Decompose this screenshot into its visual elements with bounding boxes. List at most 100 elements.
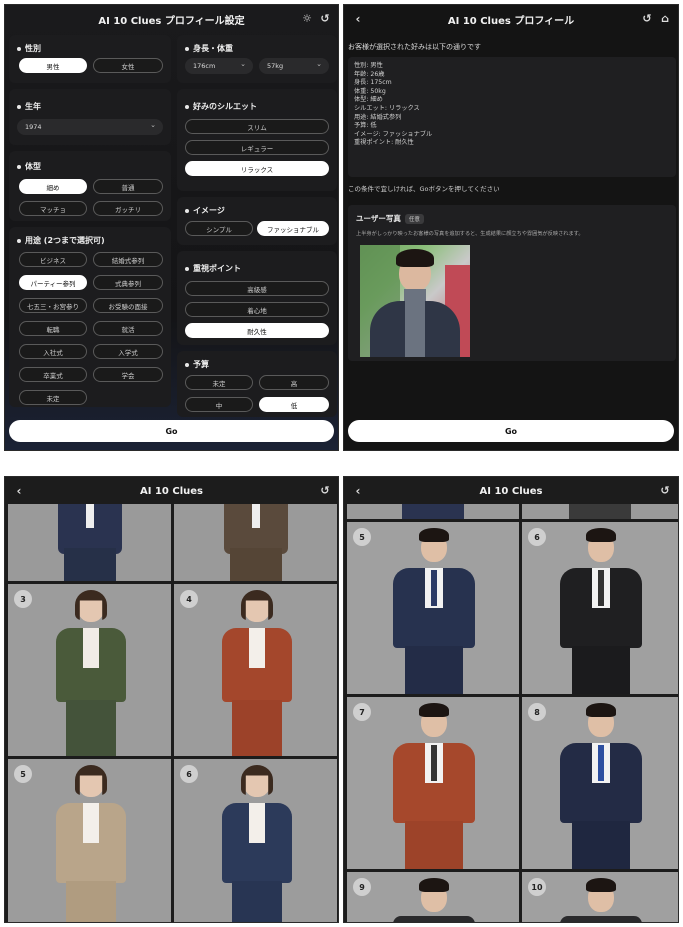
gender-female-option[interactable]: 女性 bbox=[93, 58, 163, 73]
result-tile[interactable]: 6 bbox=[522, 522, 678, 694]
optional-tag: 任意 bbox=[404, 213, 424, 224]
result-tile[interactable]: 4 bbox=[174, 584, 337, 756]
result-tile[interactable]: 5 bbox=[347, 522, 519, 694]
history-icon[interactable]: ↺ bbox=[640, 12, 654, 26]
summary-line: シルエット: リラックス bbox=[354, 104, 420, 112]
usage-undecided-option[interactable]: 未定 bbox=[19, 390, 87, 405]
summary-line: 身長: 175cm bbox=[354, 79, 392, 87]
image-fashionable-option[interactable]: ファッショナブル bbox=[257, 221, 329, 236]
image-simple-option[interactable]: シンプル bbox=[185, 221, 253, 236]
profile-summary-screen: ‹ AI 10 Clues プロフィール ↺ ⌂ お客様が選択された好みは以下の… bbox=[343, 4, 679, 451]
weight-select[interactable]: 57kg ⌄ bbox=[259, 58, 329, 74]
result-grid: 3 4 5 6 bbox=[5, 504, 338, 922]
result-grid: 5 6 7 8 9 10 bbox=[344, 504, 678, 922]
top-bar: AI 10 Clues プロフィール設定 ☼ ↺ bbox=[5, 5, 338, 33]
silhouette-regular-option[interactable]: レギュラー bbox=[185, 140, 329, 155]
summary-line: 用途: 結婚式参列 bbox=[354, 113, 402, 121]
usage-party-option[interactable]: パーティー参列 bbox=[19, 275, 87, 290]
usage-wedding-option[interactable]: 結婚式参列 bbox=[93, 252, 163, 267]
result-tile[interactable] bbox=[8, 504, 171, 581]
summary-line: 体型: 細め bbox=[354, 96, 383, 104]
usage-conference-option[interactable]: 学会 bbox=[93, 367, 163, 382]
result-tile[interactable]: 9 bbox=[347, 872, 519, 922]
history-icon[interactable]: ↺ bbox=[658, 484, 672, 498]
user-photo-card: ユーザー写真 任意 上半身がしっかり映ったお客様の写真を追加すると、生成結果に顔立… bbox=[348, 205, 676, 361]
body-type-slim-option[interactable]: 細め bbox=[19, 179, 87, 194]
result-number-badge: 4 bbox=[180, 590, 198, 608]
result-tile[interactable]: 10 bbox=[522, 872, 678, 922]
budget-low-option[interactable]: 低 bbox=[259, 397, 329, 412]
image-card: イメージ シンプル ファッショナブル bbox=[177, 197, 337, 245]
result-number-badge: 6 bbox=[528, 528, 546, 546]
usage-business-option[interactable]: ビジネス bbox=[19, 252, 87, 267]
priority-durability-option[interactable]: 耐久性 bbox=[185, 323, 329, 338]
result-number-badge: 5 bbox=[353, 528, 371, 546]
women-suit-results-screen: ‹ AI 10 Clues ↺ 3 4 5 6 bbox=[4, 476, 339, 923]
photo-title: ユーザー写真 bbox=[356, 214, 401, 223]
gender-card: 性別 男性 女性 bbox=[9, 35, 171, 83]
silhouette-label: 好みのシルエット bbox=[193, 102, 257, 111]
result-tile[interactable] bbox=[174, 504, 337, 581]
body-type-muscular-option[interactable]: マッチョ bbox=[19, 201, 87, 216]
priority-comfort-option[interactable]: 着心地 bbox=[185, 302, 329, 317]
result-number-badge: 6 bbox=[180, 765, 198, 783]
result-tile[interactable] bbox=[347, 504, 519, 519]
result-tile[interactable] bbox=[522, 504, 678, 519]
image-label: イメージ bbox=[193, 206, 225, 215]
summary-box: 性別: 男性 年齢: 26歳 身長: 175cm 体重: 50kg 体型: 細め… bbox=[348, 57, 676, 177]
priority-card: 重視ポイント 高級感 着心地 耐久性 bbox=[177, 251, 337, 345]
usage-exam-interview-option[interactable]: お受験の面接 bbox=[93, 298, 163, 313]
height-select[interactable]: 176cm ⌄ bbox=[185, 58, 253, 74]
usage-ceremony-option[interactable]: 式典参列 bbox=[93, 275, 163, 290]
summary-line: 体重: 50kg bbox=[354, 87, 386, 95]
priority-luxury-option[interactable]: 高級感 bbox=[185, 281, 329, 296]
budget-high-option[interactable]: 高 bbox=[259, 375, 329, 390]
result-tile[interactable]: 3 bbox=[8, 584, 171, 756]
gear-icon[interactable]: ☼ bbox=[300, 12, 314, 26]
usage-school-entrance-option[interactable]: 入学式 bbox=[93, 344, 163, 359]
result-tile[interactable]: 6 bbox=[174, 759, 337, 922]
body-type-normal-option[interactable]: 普通 bbox=[93, 179, 163, 194]
history-icon[interactable]: ↺ bbox=[318, 484, 332, 498]
result-tile[interactable]: 8 bbox=[522, 697, 678, 869]
budget-label: 予算 bbox=[193, 360, 209, 369]
result-tile[interactable]: 7 bbox=[347, 697, 519, 869]
budget-undecided-option[interactable]: 未定 bbox=[185, 375, 253, 390]
silhouette-slim-option[interactable]: スリム bbox=[185, 119, 329, 134]
photo-description: 上半身がしっかり映ったお客様の写真を追加すると、生成結果に顔立ちや雰囲気が反映さ… bbox=[356, 231, 584, 237]
top-bar: ‹ AI 10 Clues ↺ bbox=[344, 477, 678, 505]
result-tile[interactable]: 5 bbox=[8, 759, 171, 922]
screen-title: AI 10 Clues プロフィール bbox=[447, 15, 575, 27]
result-number-badge: 3 bbox=[14, 590, 32, 608]
body-type-label: 体型 bbox=[25, 162, 41, 171]
home-icon[interactable]: ⌂ bbox=[658, 12, 672, 26]
gender-male-option[interactable]: 男性 bbox=[19, 58, 87, 73]
usage-shichigosan-option[interactable]: 七五三・お宮参り bbox=[19, 298, 87, 313]
top-bar: ‹ AI 10 Clues ↺ bbox=[5, 477, 338, 505]
chevron-left-icon[interactable]: ‹ bbox=[350, 11, 366, 27]
chevron-left-icon[interactable]: ‹ bbox=[350, 483, 366, 499]
chevron-down-icon: ⌄ bbox=[316, 60, 322, 68]
usage-label: 用途 (2つまで選択可) bbox=[25, 236, 105, 245]
height-weight-label: 身長・体重 bbox=[193, 44, 233, 53]
go-button[interactable]: Go bbox=[9, 420, 334, 442]
gender-label: 性別 bbox=[25, 44, 41, 53]
usage-job-hunting-option[interactable]: 就活 bbox=[93, 321, 163, 336]
silhouette-relax-option[interactable]: リラックス bbox=[185, 161, 329, 176]
go-button[interactable]: Go bbox=[348, 420, 674, 442]
usage-company-entrance-option[interactable]: 入社式 bbox=[19, 344, 87, 359]
chevron-left-icon[interactable]: ‹ bbox=[11, 483, 27, 499]
user-photo[interactable] bbox=[360, 245, 470, 357]
birth-year-select[interactable]: 1974 ⌄ bbox=[17, 119, 163, 135]
body-type-sturdy-option[interactable]: ガッチリ bbox=[93, 201, 163, 216]
budget-medium-option[interactable]: 中 bbox=[185, 397, 253, 412]
history-icon[interactable]: ↺ bbox=[318, 12, 332, 26]
silhouette-card: 好みのシルエット スリム レギュラー リラックス bbox=[177, 89, 337, 191]
priority-label: 重視ポイント bbox=[193, 264, 241, 273]
usage-job-change-option[interactable]: 転職 bbox=[19, 321, 87, 336]
usage-graduation-option[interactable]: 卒業式 bbox=[19, 367, 87, 382]
budget-card: 予算 未定 高 中 低 bbox=[177, 351, 337, 417]
profile-settings-screen: AI 10 Clues プロフィール設定 ☼ ↺ 性別 男性 女性 身長・体重 … bbox=[4, 4, 339, 451]
top-bar: ‹ AI 10 Clues プロフィール ↺ ⌂ bbox=[344, 5, 678, 33]
birth-year-label: 生年 bbox=[25, 102, 41, 111]
